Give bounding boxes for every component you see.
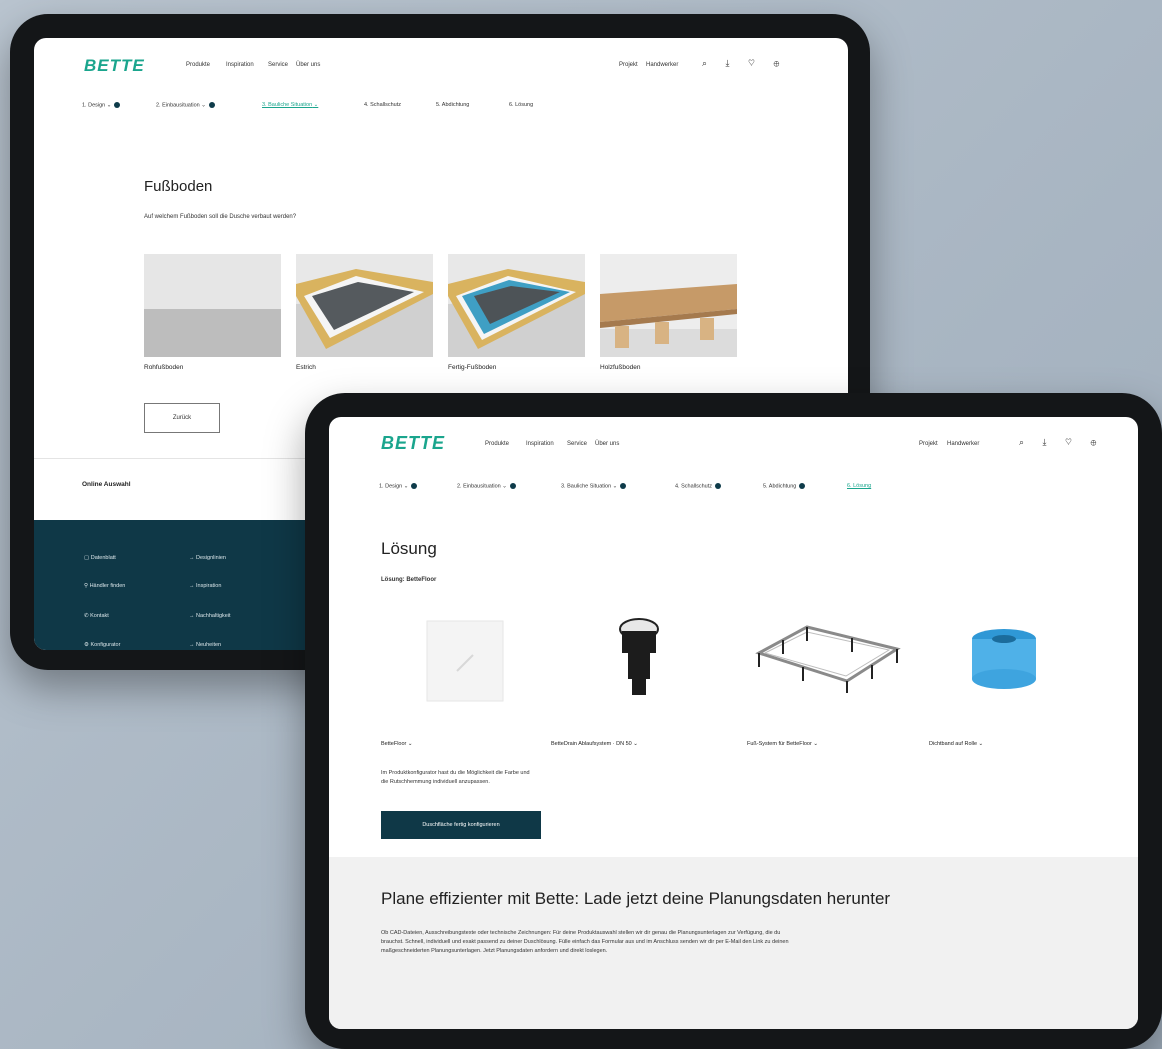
option-estrich[interactable] bbox=[296, 254, 433, 357]
header-icons[interactable]: ⌕ ⤓ ♡ ⊕ bbox=[1019, 437, 1104, 448]
nav-projekt[interactable]: Projekt bbox=[619, 62, 638, 68]
nav-projekt[interactable]: Projekt bbox=[919, 441, 938, 447]
back-button[interactable]: Zurück bbox=[144, 403, 220, 433]
nav-inspiration[interactable]: Inspiration bbox=[226, 62, 254, 68]
download-banner: Plane effizienter mit Bette: Lade jetzt … bbox=[329, 857, 1138, 1029]
footer-link-designlinien[interactable]: → Designlinien bbox=[189, 555, 226, 561]
bette-logo[interactable]: BETTE bbox=[381, 433, 445, 454]
nav-handwerker[interactable]: Handwerker bbox=[646, 62, 678, 68]
footer-link-haendler[interactable]: ⚲ Händler finden bbox=[84, 583, 125, 589]
tablet-front: BETTE Produkte Inspiration Service Über … bbox=[305, 393, 1162, 1049]
configure-button[interactable]: Duschfläche fertig konfigurieren bbox=[381, 811, 541, 839]
step-bauliche-situation[interactable]: 3. Bauliche Situation ⌄ bbox=[561, 483, 627, 489]
step-design[interactable]: 1. Design ⌄ bbox=[82, 102, 121, 108]
footer-link-neuheiten[interactable]: → Neuheiten bbox=[189, 642, 221, 648]
sealing-tape-image bbox=[972, 629, 1036, 689]
step-loesung[interactable]: 6. Lösung bbox=[847, 483, 871, 489]
step-done-dot bbox=[114, 102, 121, 108]
product-betterfloor[interactable]: BetteFloor ⌄ bbox=[381, 741, 413, 747]
step-done-dot bbox=[208, 102, 215, 108]
option-holzfussboden[interactable] bbox=[600, 254, 737, 357]
footer-link-konfigurator[interactable]: ⚙ Konfigurator bbox=[84, 642, 120, 648]
option-label: Estrich bbox=[296, 364, 316, 371]
option-label: Fertig-Fußboden bbox=[448, 364, 497, 371]
footer-link-nachhaltigkeit[interactable]: → Nachhaltigkeit bbox=[189, 613, 231, 619]
step-abdichtung[interactable]: 5. Abdichtung bbox=[763, 483, 806, 489]
drain-image bbox=[619, 618, 659, 695]
step-done-dot bbox=[620, 483, 627, 489]
page-question: Auf welchem Fußboden soll die Dusche ver… bbox=[144, 214, 297, 220]
nav-service[interactable]: Service bbox=[567, 441, 587, 447]
banner-title: Plane effizienter mit Bette: Lade jetzt … bbox=[381, 889, 891, 908]
nav-ueber-uns[interactable]: Über uns bbox=[296, 62, 320, 68]
step-schallschutz[interactable]: 4. Schallschutz bbox=[364, 102, 401, 108]
nav-produkte[interactable]: Produkte bbox=[186, 62, 210, 68]
holzfussboden-image bbox=[600, 254, 737, 357]
option-label: Holzfußboden bbox=[600, 364, 641, 371]
step-abdichtung[interactable]: 5. Abdichtung bbox=[436, 102, 469, 108]
screen-front: BETTE Produkte Inspiration Service Über … bbox=[329, 417, 1138, 1029]
footer-link-datenblatt[interactable]: ▢ Datenblatt bbox=[84, 555, 116, 561]
step-loesung[interactable]: 6. Lösung bbox=[509, 102, 533, 108]
betterfloor-image bbox=[426, 620, 504, 702]
fertig-fussboden-image bbox=[448, 254, 585, 357]
configurator-description: Im Produktkonfigurator hast du die Mögli… bbox=[381, 770, 530, 785]
nav-service[interactable]: Service bbox=[268, 62, 288, 68]
footer-title: Online Auswahl bbox=[82, 481, 131, 488]
option-label: Rohfußboden bbox=[144, 364, 184, 371]
nav-inspiration[interactable]: Inspiration bbox=[526, 441, 554, 447]
bette-logo[interactable]: BETTE bbox=[84, 56, 145, 76]
banner-text: Ob CAD-Dateien, Ausschreibungstexte oder… bbox=[381, 930, 789, 954]
step-done-dot bbox=[509, 483, 516, 489]
step-design[interactable]: 1. Design ⌄ bbox=[379, 483, 418, 489]
footer-link-inspiration[interactable]: → Inspiration bbox=[189, 583, 221, 589]
step-einbausituation[interactable]: 2. Einbausituation ⌄ bbox=[156, 102, 215, 108]
solution-subtitle: Lösung: BetteFloor bbox=[381, 577, 437, 583]
nav-produkte[interactable]: Produkte bbox=[485, 441, 509, 447]
option-rohfussboden[interactable] bbox=[144, 254, 281, 357]
step-done-dot bbox=[411, 483, 418, 489]
nav-handwerker[interactable]: Handwerker bbox=[947, 441, 979, 447]
product-foot-system[interactable]: Fuß-System für BetteFloor ⌄ bbox=[747, 741, 818, 747]
page-title: Lösung bbox=[381, 539, 437, 558]
header-icons[interactable]: ⌕ ⤓ ♡ ⊕ bbox=[702, 58, 787, 69]
estrich-image bbox=[296, 254, 433, 357]
step-done-dot bbox=[715, 483, 721, 489]
product-sealing-tape[interactable]: Dichtband auf Rolle ⌄ bbox=[929, 741, 983, 747]
foot-system-image bbox=[755, 625, 901, 693]
rohfussboden-image bbox=[144, 254, 281, 357]
step-einbausituation[interactable]: 2. Einbausituation ⌄ bbox=[457, 483, 516, 489]
option-fertig-fussboden[interactable] bbox=[448, 254, 585, 357]
page-title: Fußboden bbox=[144, 178, 213, 195]
product-drain[interactable]: BetteDrain Ablaufsystem · DN 50 ⌄ bbox=[551, 741, 638, 747]
step-bauliche-situation[interactable]: 3. Bauliche Situation ⌄ bbox=[262, 102, 318, 108]
step-done-dot bbox=[799, 483, 806, 489]
footer-link-kontakt[interactable]: ✆ Kontakt bbox=[84, 613, 109, 619]
step-schallschutz[interactable]: 4. Schallschutz bbox=[675, 483, 721, 489]
nav-ueber-uns[interactable]: Über uns bbox=[595, 441, 619, 447]
